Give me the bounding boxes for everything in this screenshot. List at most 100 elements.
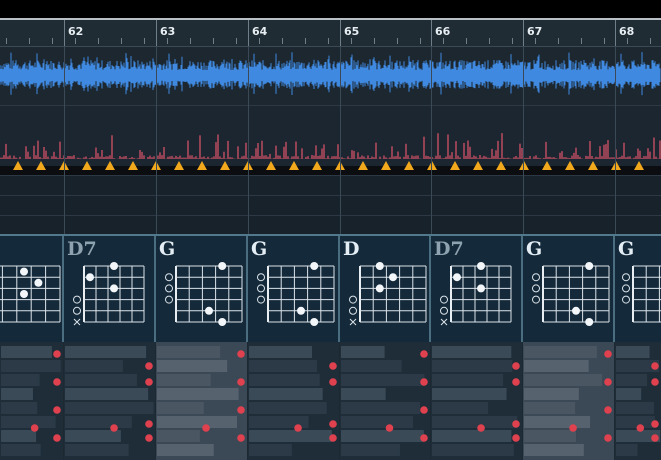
note-dot (477, 424, 485, 432)
chord-event[interactable]: G (523, 236, 615, 342)
chord-event[interactable]: D (340, 236, 431, 342)
finger-dot (218, 318, 227, 326)
muted-string-icon (73, 318, 81, 326)
note-dot (651, 434, 659, 442)
open-string-icon (622, 284, 630, 293)
note-dot (604, 378, 612, 386)
chord-note-bar (249, 388, 323, 400)
chord-note-bar (1, 430, 37, 442)
open-string-icon (257, 273, 265, 282)
finger-dot (110, 284, 118, 293)
audio-track[interactable] (0, 47, 661, 105)
note-dot (512, 420, 520, 428)
triangle-marker-icon (542, 161, 552, 170)
triangle-marker-icon (174, 161, 184, 170)
chord-note-bar (432, 346, 512, 358)
open-string-icon (73, 306, 81, 315)
finger-dot (375, 262, 384, 270)
chord-note-lane[interactable] (0, 342, 661, 460)
finger-dot (375, 284, 384, 293)
note-dot (604, 350, 612, 358)
bar-grid-line (248, 47, 249, 234)
open-string-icon (532, 273, 540, 282)
empty-track[interactable] (0, 215, 661, 235)
finger-dot (218, 262, 227, 270)
chord-note-bar (1, 444, 41, 456)
triangle-marker-icon (634, 161, 644, 170)
triangle-marker-icon (197, 161, 207, 170)
finger-dot (310, 262, 319, 270)
ruler-bar-66[interactable]: 66 (435, 25, 450, 38)
ruler-tick (236, 38, 237, 44)
chord-note-bar (249, 346, 313, 358)
chord-note-bar (432, 374, 504, 386)
ruler-bar-63[interactable]: 63 (160, 25, 175, 38)
timeline-ruler[interactable]: 62 63 64 65 66 67 68 (0, 20, 661, 47)
chord-note-bar (432, 402, 489, 414)
triangle-marker-icon (128, 161, 138, 170)
finger-dot (389, 273, 397, 282)
hitpoint-track[interactable] (0, 105, 661, 170)
open-string-icon (532, 295, 540, 304)
note-dot (53, 350, 61, 358)
chord-note-bar (65, 416, 132, 428)
daw-arrangement-view: 62 63 64 65 66 67 68 D7 G G D D7 G G (0, 0, 661, 460)
chord-note-bar (341, 444, 400, 456)
note-dot (651, 362, 659, 370)
chord-name: D7 (67, 238, 97, 260)
ruler-tick (190, 38, 191, 44)
ruler-bar-64[interactable]: 64 (252, 25, 267, 38)
chord-event[interactable]: D7 (64, 236, 156, 342)
ruler-tick (328, 38, 329, 44)
chord-event[interactable]: D7 (431, 236, 523, 342)
ruler-tick (98, 38, 99, 44)
ruler-bar-67[interactable]: 67 (527, 25, 542, 38)
chord-note-bar (616, 388, 642, 400)
note-dot (53, 378, 61, 386)
ruler-tick (397, 38, 398, 44)
finger-dot (477, 284, 485, 293)
note-dot (420, 378, 428, 386)
note-dot (569, 424, 577, 432)
open-string-icon (165, 273, 173, 282)
finger-dot (110, 262, 118, 270)
chord-note-bar (616, 416, 655, 428)
chord-event[interactable]: G (615, 236, 661, 342)
note-dot (512, 378, 520, 386)
chord-track[interactable]: D7 G G D D7 G G (0, 234, 661, 344)
bar-grid-line (523, 47, 524, 234)
ruler-bar-line (64, 20, 65, 46)
ruler-bar-68[interactable]: 68 (619, 25, 634, 38)
triangle-marker-icon (565, 161, 575, 170)
chord-note-bar (65, 388, 149, 400)
hitpoint-peaks (0, 133, 661, 170)
chord-note-bar (65, 402, 154, 414)
ruler-bar-line (248, 20, 249, 46)
empty-track[interactable] (0, 195, 661, 216)
fretboard-diagram (440, 262, 512, 326)
open-string-icon (165, 295, 173, 304)
chord-note-bar (616, 374, 648, 386)
chord-event[interactable] (0, 236, 64, 342)
ruler-bar-65[interactable]: 65 (344, 25, 359, 38)
chord-note-bar (432, 388, 507, 400)
open-string-icon (165, 284, 173, 293)
open-string-icon (349, 295, 357, 304)
note-dot (420, 434, 428, 442)
fretboard-diagram (73, 262, 145, 326)
chord-event[interactable]: G (156, 236, 248, 342)
ruler-tick (466, 38, 467, 44)
triangle-marker-icon (381, 161, 391, 170)
note-dot (636, 424, 645, 432)
ruler-tick (259, 38, 260, 44)
triangle-marker-icon (312, 161, 322, 170)
empty-track[interactable] (0, 175, 661, 196)
note-dot (329, 378, 337, 386)
ruler-tick (374, 38, 375, 44)
note-dot (420, 406, 428, 414)
ruler-tick (351, 38, 352, 44)
finger-dot (572, 306, 580, 315)
chord-note-bar (65, 346, 147, 358)
chord-event[interactable]: G (248, 236, 340, 342)
ruler-bar-62[interactable]: 62 (68, 25, 83, 38)
